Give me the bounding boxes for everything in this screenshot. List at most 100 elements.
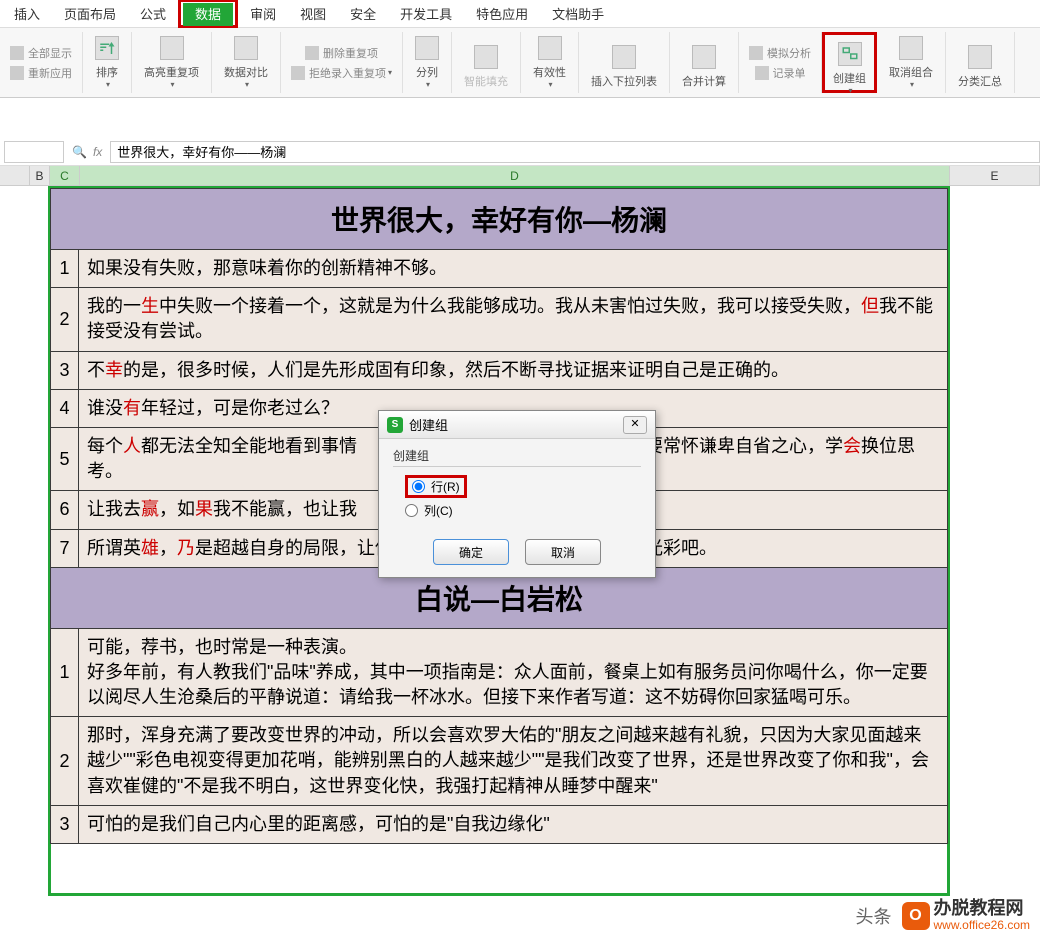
close-icon[interactable]: ✕ bbox=[623, 416, 647, 434]
row-text[interactable]: 那时，浑身充满了要改变世界的冲动，所以会喜欢罗大佑的"朋友之间越来越有礼貌，只因… bbox=[79, 717, 948, 806]
create-group-dialog: S 创建组 ✕ 创建组 行(R) 列(C) 确定 取消 bbox=[378, 410, 656, 578]
title-row-1: 世界很大，幸好有你—杨澜 bbox=[51, 189, 948, 250]
row-text[interactable]: 如果没有失败，那意味着你的创新精神不够。 bbox=[79, 250, 948, 288]
create-group-button[interactable]: 创建组▾ bbox=[827, 37, 872, 97]
menu-review[interactable]: 审阅 bbox=[238, 0, 288, 27]
sort-icon bbox=[95, 36, 119, 60]
col-header-c[interactable]: C bbox=[50, 166, 80, 185]
record-form-button[interactable]: 记录单 bbox=[751, 63, 810, 83]
menu-special[interactable]: 特色应用 bbox=[464, 0, 540, 27]
ribbon: 全部显示 重新应用 排序▾ 高亮重复项▾ 数据对比▾ 删除重复项 拒绝录入重复项… bbox=[0, 28, 1040, 98]
show-all-button[interactable]: 全部显示 bbox=[6, 43, 76, 63]
row-text[interactable]: 可怕的是我们自己内心里的距离感，可怕的是"自我边缘化" bbox=[79, 805, 948, 843]
highlight-dup-button[interactable]: 高亮重复项▾ bbox=[138, 34, 205, 91]
funnel-icon bbox=[10, 46, 24, 60]
dialog-title-text: 创建组 bbox=[409, 415, 448, 434]
row-number: 3 bbox=[51, 805, 79, 843]
wps-icon: S bbox=[387, 417, 403, 433]
row-number: 1 bbox=[51, 250, 79, 288]
subtotal-icon bbox=[968, 45, 992, 69]
table-row[interactable]: 2那时，浑身充满了要改变世界的冲动，所以会喜欢罗大佑的"朋友之间越来越有礼貌，只… bbox=[51, 717, 948, 806]
reapply-button[interactable]: 重新应用 bbox=[6, 63, 76, 83]
create-group-highlight: 创建组▾ bbox=[822, 32, 877, 93]
formula-bar-row: 🔍 fx bbox=[0, 138, 1040, 166]
watermark-line2: www.office26.com bbox=[934, 919, 1031, 932]
refresh-icon bbox=[10, 66, 24, 80]
menu-insert[interactable]: 插入 bbox=[2, 0, 52, 27]
row-number: 3 bbox=[51, 351, 79, 389]
row-radio[interactable] bbox=[412, 480, 425, 493]
fill-icon bbox=[474, 45, 498, 69]
logo-icon: O bbox=[902, 902, 930, 930]
highlight-icon bbox=[160, 36, 184, 60]
remove-dup-icon bbox=[305, 46, 319, 60]
group-icon bbox=[838, 42, 862, 66]
row-option-highlight: 行(R) bbox=[405, 475, 467, 498]
split-button[interactable]: 分列▾ bbox=[409, 34, 445, 91]
what-if-button[interactable]: 模拟分析 bbox=[745, 43, 815, 63]
menu-page-layout[interactable]: 页面布局 bbox=[52, 0, 128, 27]
reject-dup-button[interactable]: 拒绝录入重复项▾ bbox=[287, 63, 396, 83]
consolidate-button[interactable]: 合并计算 bbox=[676, 34, 732, 91]
chevron-down-icon: ▾ bbox=[106, 80, 110, 89]
subtotal-button[interactable]: 分类汇总 bbox=[952, 34, 1008, 91]
smart-fill-button[interactable]: 智能填充 bbox=[458, 34, 514, 91]
validation-icon bbox=[538, 36, 562, 60]
menu-dev-tools[interactable]: 开发工具 bbox=[388, 0, 464, 27]
menu-view[interactable]: 视图 bbox=[288, 0, 338, 27]
reject-icon bbox=[291, 66, 305, 80]
row-text[interactable]: 我的一生中失败一个接着一个，这就是为什么我能够成功。我从未害怕过失败，我可以接受… bbox=[79, 288, 948, 351]
row-number: 4 bbox=[51, 389, 79, 427]
row-number: 2 bbox=[51, 717, 79, 806]
dropdown-icon bbox=[612, 45, 636, 69]
data-compare-button[interactable]: 数据对比▾ bbox=[218, 34, 274, 91]
table-row[interactable]: 1如果没有失败，那意味着你的创新精神不够。 bbox=[51, 250, 948, 288]
col-header-d[interactable]: D bbox=[80, 166, 950, 185]
ok-button[interactable]: 确定 bbox=[433, 539, 509, 565]
col-radio[interactable] bbox=[405, 504, 418, 517]
row-radio-label: 行(R) bbox=[431, 478, 460, 495]
formula-bar[interactable] bbox=[110, 141, 1040, 163]
table-row[interactable]: 1可能，荐书，也时常是一种表演。好多年前，有人教我们"品味"养成，其中一项指南是… bbox=[51, 628, 948, 717]
cancel-button[interactable]: 取消 bbox=[525, 539, 601, 565]
table-row[interactable]: 3可怕的是我们自己内心里的距离感，可怕的是"自我边缘化" bbox=[51, 805, 948, 843]
table-row[interactable]: 3不幸的是，很多时候，人们是先形成固有印象，然后不断寻找证据来证明自己是正确的。 bbox=[51, 351, 948, 389]
zoom-icon[interactable]: 🔍 bbox=[72, 145, 87, 159]
insert-dropdown-button[interactable]: 插入下拉列表 bbox=[585, 34, 663, 91]
table-row[interactable]: 2我的一生中失败一个接着一个，这就是为什么我能够成功。我从未害怕过失败，我可以接… bbox=[51, 288, 948, 351]
row-number: 7 bbox=[51, 529, 79, 567]
row-number: 6 bbox=[51, 491, 79, 529]
col-header-b[interactable]: B bbox=[30, 166, 50, 185]
menu-formula[interactable]: 公式 bbox=[128, 0, 178, 27]
row-text[interactable]: 不幸的是，很多时候，人们是先形成固有印象，然后不断寻找证据来证明自己是正确的。 bbox=[79, 351, 948, 389]
dialog-titlebar[interactable]: S 创建组 ✕ bbox=[379, 411, 655, 439]
watermark-line1: 办脱教程网 bbox=[934, 899, 1031, 919]
fx-label: fx bbox=[93, 145, 102, 159]
toutiao-label: 头条 bbox=[856, 903, 892, 929]
form-icon bbox=[755, 66, 769, 80]
menu-data-highlight: 数据 bbox=[178, 0, 238, 28]
menu-security[interactable]: 安全 bbox=[338, 0, 388, 27]
col-radio-label: 列(C) bbox=[424, 502, 453, 519]
col-header-e[interactable]: E bbox=[950, 166, 1040, 185]
title-1[interactable]: 世界很大，幸好有你—杨澜 bbox=[51, 189, 948, 250]
what-if-icon bbox=[749, 46, 763, 60]
row-number: 2 bbox=[51, 288, 79, 351]
ungroup-icon bbox=[899, 36, 923, 60]
validation-button[interactable]: 有效性▾ bbox=[527, 34, 572, 91]
row-text[interactable]: 可能，荐书，也时常是一种表演。好多年前，有人教我们"品味"养成，其中一项指南是：… bbox=[79, 628, 948, 717]
corner[interactable] bbox=[0, 166, 30, 185]
row-number: 5 bbox=[51, 427, 79, 490]
ungroup-button[interactable]: 取消组合▾ bbox=[883, 34, 939, 91]
name-box[interactable] bbox=[4, 141, 64, 163]
column-headers: B C D E bbox=[0, 166, 1040, 186]
menu-bar: 插入 页面布局 公式 数据 审阅 视图 安全 开发工具 特色应用 文档助手 bbox=[0, 0, 1040, 28]
sort-button[interactable]: 排序▾ bbox=[89, 34, 125, 91]
watermark: 头条 O 办脱教程网 www.office26.com bbox=[856, 899, 1031, 932]
sheet-area: B C D E 世界很大，幸好有你—杨澜 1如果没有失败，那意味着你的创新精神不… bbox=[0, 166, 1040, 186]
remove-dup-button[interactable]: 删除重复项 bbox=[301, 43, 382, 63]
consolidate-icon bbox=[692, 45, 716, 69]
menu-doc-helper[interactable]: 文档助手 bbox=[540, 0, 616, 27]
compare-icon bbox=[234, 36, 258, 60]
menu-data[interactable]: 数据 bbox=[183, 3, 233, 26]
